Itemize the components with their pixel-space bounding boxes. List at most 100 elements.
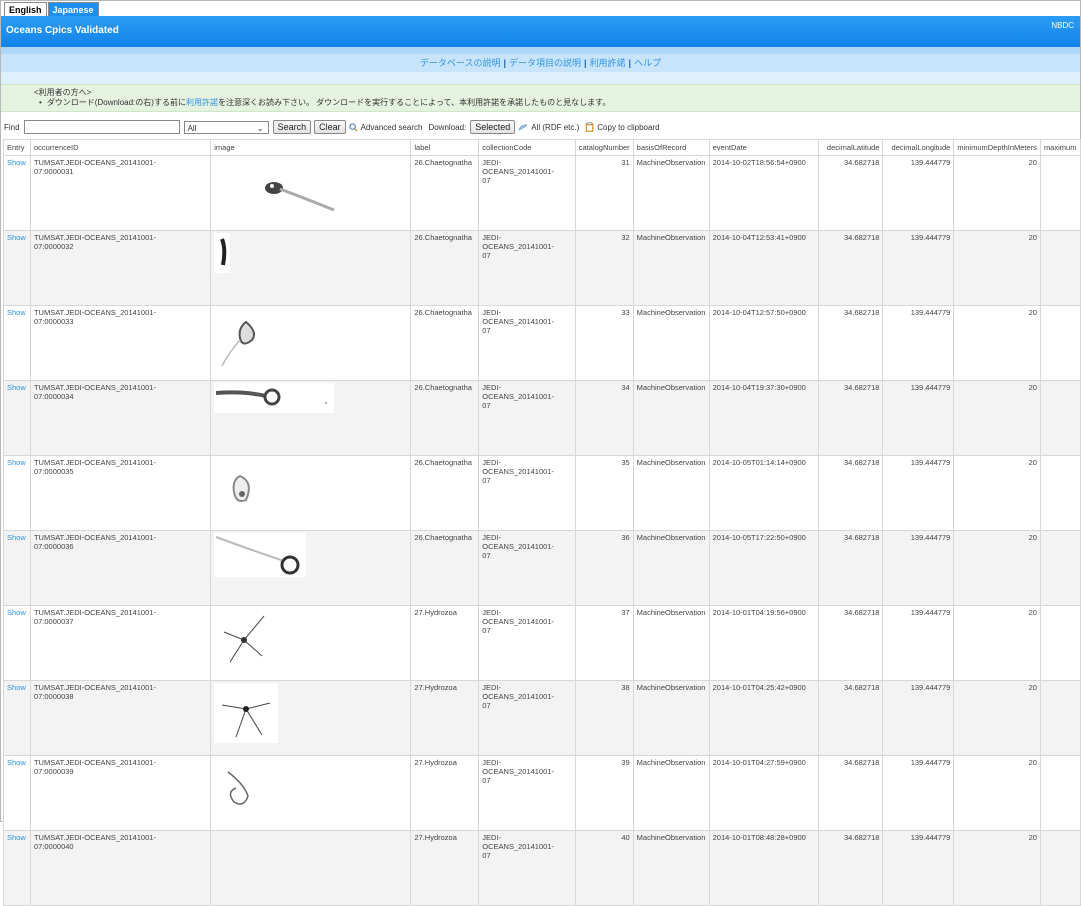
col-maximum[interactable]: maximum xyxy=(1039,139,1081,156)
occurrence-id-cell: TUMSAT.JEDI-OCEANS_20141001- 07:0000035 xyxy=(29,455,212,531)
col-event-date[interactable]: eventDate xyxy=(708,139,819,156)
image-cell xyxy=(210,455,412,531)
latitude-cell: 34.682718 xyxy=(817,605,884,681)
basis-of-record-cell: MachineObservation xyxy=(632,605,710,681)
show-link[interactable]: Show xyxy=(7,683,26,692)
find-input[interactable] xyxy=(23,120,180,134)
min-depth-cell: 20 xyxy=(953,530,1041,606)
longitude-cell: 139.444779 xyxy=(882,455,955,531)
show-link[interactable]: Show xyxy=(7,233,26,242)
nav-data-item-description[interactable]: データ項目の説明 xyxy=(509,58,581,68)
latitude-cell: 34.682718 xyxy=(817,680,884,756)
col-catalog-number[interactable]: catalogNumber xyxy=(574,139,634,156)
label-cell: 27.Hydrozoa xyxy=(410,830,480,906)
nav-help[interactable]: ヘルプ xyxy=(634,58,661,68)
collection-code-cell: JEDI-OCEANS_20141001- 07 xyxy=(478,380,576,456)
advanced-search-link[interactable]: Advanced search xyxy=(348,122,423,132)
col-basis-of-record[interactable]: basisOfRecord xyxy=(632,139,710,156)
clipboard-icon xyxy=(585,122,594,132)
tab-english[interactable]: English xyxy=(4,2,47,16)
collection-code-line2: 07 xyxy=(482,851,491,860)
show-link[interactable]: Show xyxy=(7,608,26,617)
show-link[interactable]: Show xyxy=(7,458,26,467)
occurrence-id-line2: 07:0000040 xyxy=(33,842,74,851)
col-label[interactable]: label xyxy=(410,139,480,156)
min-depth-cell: 20 xyxy=(953,830,1041,906)
language-tabs: English Japanese xyxy=(1,1,1080,16)
clear-button[interactable]: Clear xyxy=(314,120,346,134)
show-link[interactable]: Show xyxy=(7,758,26,767)
specimen-image[interactable] xyxy=(214,233,231,273)
collection-code-line1: JEDI-OCEANS_20141001- xyxy=(482,758,554,776)
collection-code-line1: JEDI-OCEANS_20141001- xyxy=(482,683,554,701)
longitude-cell: 139.444779 xyxy=(882,230,955,306)
download-label: Download: xyxy=(428,122,467,132)
specimen-image[interactable] xyxy=(214,683,279,743)
latitude-cell: 34.682718 xyxy=(817,155,884,231)
specimen-image[interactable] xyxy=(214,308,277,370)
col-entry[interactable]: Entry xyxy=(3,139,31,156)
latitude-cell: 34.682718 xyxy=(817,230,884,306)
selected-download-button[interactable]: Selected xyxy=(470,120,516,134)
search-button[interactable]: Search xyxy=(272,120,312,134)
basis-of-record-cell: MachineObservation xyxy=(632,305,710,381)
show-link[interactable]: Show xyxy=(7,383,26,392)
collection-code-cell: JEDI-OCEANS_20141001- 07 xyxy=(478,530,576,606)
copy-clipboard-link[interactable]: Copy to clipboard xyxy=(585,122,660,132)
event-date-cell: 2014-10-04T12:57:50+0900 xyxy=(708,305,819,381)
nav-strip xyxy=(1,47,1080,54)
table-row: Show TUMSAT.JEDI-OCEANS_20141001- 07:00000… xyxy=(3,305,1081,381)
occurrence-id-line1: TUMSAT.JEDI-OCEANS_20141001- xyxy=(33,158,156,167)
nav-separator: | xyxy=(584,58,587,68)
label-cell: 26.Chaetognatha xyxy=(410,530,480,606)
occurrence-id-line2: 07:0000032 xyxy=(33,242,74,251)
nbdc-link[interactable]: NBDC xyxy=(1051,21,1074,30)
col-occurrence-id[interactable]: occurrenceID xyxy=(29,139,212,156)
specimen-image[interactable] xyxy=(214,758,263,820)
collection-code-line2: 07 xyxy=(482,701,491,710)
license-link[interactable]: 利用許諾 xyxy=(186,98,218,107)
nav-database-description[interactable]: データベースの説明 xyxy=(420,58,501,68)
page-title: Oceans Cpics Validated xyxy=(6,25,119,36)
specimen-image[interactable] xyxy=(214,533,307,577)
specimen-image[interactable] xyxy=(214,158,337,224)
nav-separator: | xyxy=(628,58,632,68)
entry-cell: Show xyxy=(3,530,31,606)
occurrence-id-line1: TUMSAT.JEDI-OCEANS_20141001- xyxy=(33,833,156,842)
show-link[interactable]: Show xyxy=(7,158,26,167)
maximum-cell xyxy=(1039,605,1081,681)
table-row: Show TUMSAT.JEDI-OCEANS_20141001- 07:00000… xyxy=(3,755,1081,831)
image-cell xyxy=(210,305,412,381)
longitude-cell: 139.444779 xyxy=(882,830,955,906)
download-all-link[interactable]: All (RDF etc.) xyxy=(518,123,579,132)
collection-code-line1: JEDI-OCEANS_20141001- xyxy=(482,158,554,176)
longitude-cell: 139.444779 xyxy=(882,605,955,681)
download-all-label: All (RDF etc.) xyxy=(531,122,580,132)
occurrence-id-line2: 07:0000036 xyxy=(33,542,74,551)
specimen-image[interactable] xyxy=(214,608,277,672)
catalog-number-cell: 37 xyxy=(574,605,634,681)
col-decimal-longitude[interactable]: decimalLongitude xyxy=(882,139,955,156)
col-image[interactable]: image xyxy=(210,139,412,156)
show-link[interactable]: Show xyxy=(7,308,26,317)
col-decimal-latitude[interactable]: decimalLatitude xyxy=(817,139,884,156)
collection-code-line1: JEDI-OCEANS_20141001- xyxy=(482,308,554,326)
tab-japanese[interactable]: Japanese xyxy=(47,2,99,16)
event-date-cell: 2014-10-01T04:25:42+0900 xyxy=(708,680,819,756)
col-min-depth[interactable]: minimumDepthInMeters xyxy=(953,139,1041,156)
collection-code-cell: JEDI-OCEANS_20141001- 07 xyxy=(478,680,576,756)
specimen-image[interactable] xyxy=(214,458,273,518)
show-link[interactable]: Show xyxy=(7,533,26,542)
advanced-search-label: Advanced search xyxy=(360,122,423,132)
collection-code-line1: JEDI-OCEANS_20141001- xyxy=(482,833,554,851)
field-select[interactable]: All ⌄ xyxy=(183,120,269,134)
show-link[interactable]: Show xyxy=(7,833,26,842)
nav-license[interactable]: 利用許諾 xyxy=(590,58,626,68)
entry-cell: Show xyxy=(3,755,31,831)
specimen-image[interactable] xyxy=(214,383,335,413)
maximum-cell xyxy=(1039,530,1081,606)
catalog-number-cell: 36 xyxy=(574,530,634,606)
col-collection-code[interactable]: collectionCode xyxy=(478,139,576,156)
collection-code-line2: 07 xyxy=(482,551,491,560)
collection-code-line1: JEDI-OCEANS_20141001- xyxy=(482,233,554,251)
